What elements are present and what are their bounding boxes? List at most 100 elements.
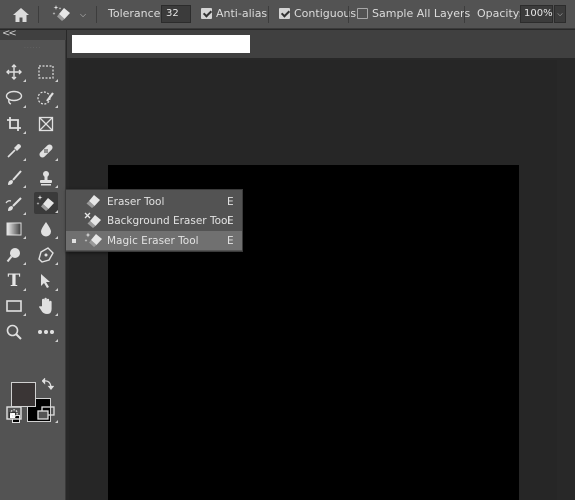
document-tab[interactable] <box>72 35 250 53</box>
type-icon: T <box>7 271 21 291</box>
magic-eraser-icon <box>84 232 104 251</box>
separator <box>464 6 465 23</box>
tolerance-label: Tolerance: <box>108 7 165 20</box>
tool-group-indicator <box>23 105 26 108</box>
type-tool[interactable]: T <box>2 270 26 292</box>
foreground-color-swatch[interactable] <box>11 382 36 407</box>
tolerance-input[interactable]: 32 <box>161 5 191 23</box>
sample-all-layers-label: Sample All Layers <box>372 7 471 20</box>
zoom-tool[interactable] <box>2 321 26 343</box>
tool-group-indicator <box>23 288 26 291</box>
pen-tool[interactable] <box>34 244 58 266</box>
eraser-tool[interactable] <box>34 192 58 214</box>
quick-select-icon <box>37 90 55 106</box>
document-tab-strip <box>67 30 575 58</box>
zoom-icon <box>6 324 22 340</box>
eyedropper-icon <box>6 143 22 159</box>
drop-icon <box>39 221 53 237</box>
tool-group-indicator <box>23 236 26 239</box>
eraser-tool-label: Eraser Tool <box>107 195 165 208</box>
pen-icon <box>38 247 54 263</box>
gradient-icon <box>6 222 22 236</box>
brush-tool[interactable] <box>2 167 26 189</box>
background-eraser-tool-label: Background Eraser Tool <box>107 214 231 227</box>
crop-icon <box>6 116 22 132</box>
tool-group-indicator <box>55 105 58 108</box>
eraser-tool-flyout-menu: Eraser Tool E Background Eraser Tool E M… <box>65 189 243 252</box>
shortcut-key: E <box>227 234 234 247</box>
toolbar-grip[interactable]: ...... <box>24 43 41 50</box>
separator <box>268 6 269 23</box>
ellipsis-icon <box>37 329 55 335</box>
tool-group-indicator <box>55 79 58 82</box>
history-brush-tool[interactable] <box>2 194 26 216</box>
anti-alias-label: Anti-alias <box>216 7 268 20</box>
separator <box>38 6 39 23</box>
move-tool[interactable] <box>2 61 26 83</box>
tool-group-indicator <box>55 158 58 161</box>
tools-panel: << ...... T <box>0 28 66 500</box>
lasso-icon <box>5 90 23 106</box>
frame-icon <box>38 116 54 132</box>
move-icon <box>6 64 22 80</box>
healing-brush-tool[interactable] <box>34 140 58 162</box>
arrow-icon <box>39 273 53 289</box>
rectangle-tool[interactable] <box>2 295 26 317</box>
chevron-down-icon[interactable]: ⌵ <box>80 10 86 20</box>
rectangle-icon <box>6 299 22 313</box>
separator <box>348 6 349 23</box>
eyedropper-tool[interactable] <box>2 140 26 162</box>
tool-group-indicator <box>23 313 26 316</box>
magic-eraser-icon <box>36 194 56 212</box>
dodge-icon <box>6 247 22 263</box>
tool-group-indicator <box>55 339 58 342</box>
eraser-tool-menu-item[interactable]: Eraser Tool E <box>66 192 242 211</box>
frame-tool[interactable] <box>34 113 58 135</box>
tool-group-indicator <box>23 79 26 82</box>
shortcut-key: E <box>227 195 234 208</box>
contiguous-label: Contiguous <box>294 7 357 20</box>
bandage-icon <box>37 142 55 160</box>
sample-all-layers-checkbox[interactable] <box>357 8 368 19</box>
collapse-icon[interactable]: << <box>2 28 17 39</box>
more-tools[interactable] <box>34 321 58 343</box>
magic-eraser-tool-menu-item[interactable]: Magic Eraser Tool E <box>66 231 242 250</box>
history-brush-icon <box>5 197 23 213</box>
tool-preset-picker[interactable] <box>52 0 72 29</box>
stamp-icon <box>38 170 54 186</box>
anti-alias-checkbox[interactable] <box>201 8 212 19</box>
screen-mode-icon <box>37 406 55 420</box>
screen-mode-button[interactable] <box>34 402 58 424</box>
tool-group-indicator <box>23 158 26 161</box>
tool-group-indicator <box>55 288 58 291</box>
tool-group-indicator <box>55 210 58 213</box>
crop-tool[interactable] <box>2 113 26 135</box>
magic-eraser-icon <box>52 4 72 25</box>
path-selection-tool[interactable] <box>34 270 58 292</box>
opacity-label: Opacity: <box>477 7 523 20</box>
tool-group-indicator <box>23 131 26 134</box>
magic-eraser-tool-label: Magic Eraser Tool <box>107 234 199 247</box>
dodge-tool[interactable] <box>2 244 26 266</box>
hand-icon <box>38 297 54 315</box>
options-bar: ⌵ Tolerance: 32 Anti-alias Contiguous Sa… <box>0 0 575 29</box>
tool-group-indicator <box>23 185 26 188</box>
hand-tool[interactable] <box>34 295 58 317</box>
tool-group-indicator <box>55 185 58 188</box>
background-eraser-tool-menu-item[interactable]: Background Eraser Tool E <box>66 211 242 230</box>
home-icon[interactable] <box>12 0 30 29</box>
quick-selection-tool[interactable] <box>34 87 58 109</box>
opacity-dropdown-button[interactable]: ⌵ <box>554 5 566 23</box>
contiguous-checkbox[interactable] <box>279 8 290 19</box>
quick-mask-icon <box>6 406 22 420</box>
clone-stamp-tool[interactable] <box>34 167 58 189</box>
shortcut-key: E <box>227 214 234 227</box>
lasso-tool[interactable] <box>2 87 26 109</box>
tool-group-indicator <box>55 420 58 423</box>
gradient-tool[interactable] <box>2 218 26 240</box>
opacity-input[interactable]: 100% <box>520 5 553 23</box>
blur-tool[interactable] <box>34 218 58 240</box>
marquee-tool[interactable] <box>34 61 58 83</box>
swap-colors-icon[interactable] <box>41 377 55 393</box>
tool-group-indicator <box>23 212 26 215</box>
